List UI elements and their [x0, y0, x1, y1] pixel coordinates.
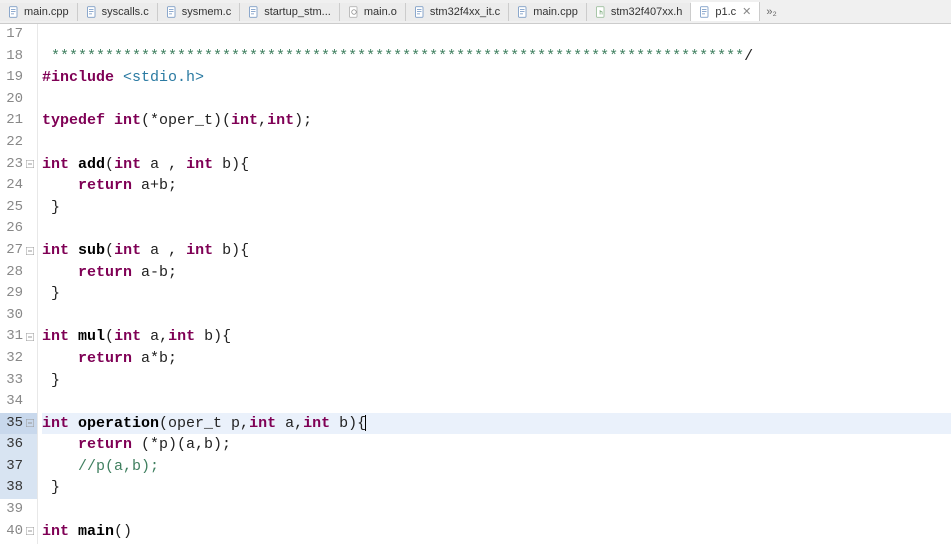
gutter-line: 32: [0, 348, 37, 370]
tab-main-o[interactable]: main.o: [340, 3, 406, 21]
file-icon: [414, 6, 426, 18]
fold-icon[interactable]: [25, 419, 35, 427]
gutter-line: 30: [0, 305, 37, 327]
svg-text:h: h: [599, 10, 602, 16]
code-line[interactable]: int mul(int a,int b){: [42, 326, 951, 348]
close-icon[interactable]: ✕: [742, 5, 751, 18]
code-line[interactable]: #include <stdio.h>: [42, 67, 951, 89]
gutter-line: 25: [0, 197, 37, 219]
tab-label: p1.c: [715, 6, 736, 18]
code-line[interactable]: }: [42, 370, 951, 392]
file-icon: [166, 6, 178, 18]
gutter-line: 18: [0, 46, 37, 68]
tab-label: startup_stm...: [264, 6, 331, 18]
code-line[interactable]: [42, 132, 951, 154]
code-area[interactable]: ****************************************…: [38, 24, 951, 544]
tab-label: main.o: [364, 6, 397, 18]
code-line[interactable]: return a*b;: [42, 348, 951, 370]
file-icon: [86, 6, 98, 18]
tab-syscalls-c[interactable]: syscalls.c: [78, 3, 158, 21]
gutter-line: 20: [0, 89, 37, 111]
code-line[interactable]: return a+b;: [42, 175, 951, 197]
gutter-line: 33: [0, 370, 37, 392]
tab-main-cpp[interactable]: main.cpp: [509, 3, 587, 21]
code-line[interactable]: return a-b;: [42, 262, 951, 284]
tab-label: main.cpp: [533, 6, 578, 18]
tab-stm32f4xx-it-c[interactable]: stm32f4xx_it.c: [406, 3, 509, 21]
code-line[interactable]: [42, 391, 951, 413]
tab-label: stm32f4xx_it.c: [430, 6, 500, 18]
gutter-line: 27: [0, 240, 37, 262]
text-cursor: [365, 415, 366, 431]
editor-tabbar: main.cpp syscalls.c sysmem.c startup_stm...…: [0, 0, 951, 24]
fold-icon[interactable]: [25, 247, 35, 255]
tab-startup-stm---[interactable]: startup_stm...: [240, 3, 340, 21]
gutter-line: 34: [0, 391, 37, 413]
code-editor[interactable]: 1718192021222324252627282930313233343536…: [0, 24, 951, 544]
tab-stm32f407xx-h[interactable]: h stm32f407xx.h: [587, 3, 692, 21]
gutter-line: 21: [0, 110, 37, 132]
tab-label: stm32f407xx.h: [611, 6, 683, 18]
fold-icon[interactable]: [25, 160, 35, 168]
tab-label: syscalls.c: [102, 6, 149, 18]
code-line[interactable]: [42, 89, 951, 111]
gutter-line: 37: [0, 456, 37, 478]
code-line[interactable]: int sub(int a , int b){: [42, 240, 951, 262]
code-line[interactable]: [42, 499, 951, 521]
file-icon: [8, 6, 20, 18]
tab-label: main.cpp: [24, 6, 69, 18]
gutter-line: 29: [0, 283, 37, 305]
code-line[interactable]: }: [42, 197, 951, 219]
gutter-line: 35: [0, 413, 37, 435]
gutter-line: 28: [0, 262, 37, 284]
code-line[interactable]: int main(): [42, 521, 951, 543]
code-line[interactable]: int add(int a , int b){: [42, 154, 951, 176]
file-icon: [517, 6, 529, 18]
code-line[interactable]: typedef int(*oper_t)(int,int);: [42, 110, 951, 132]
gutter-line: 36: [0, 434, 37, 456]
fold-icon[interactable]: [25, 527, 35, 535]
file-icon: [699, 6, 711, 18]
gutter-line: 23: [0, 154, 37, 176]
code-line[interactable]: int operation(oper_t p,int a,int b){: [42, 413, 951, 435]
tab-main-cpp[interactable]: main.cpp: [0, 3, 78, 21]
gutter-line: 38: [0, 477, 37, 499]
code-line[interactable]: [42, 218, 951, 240]
gutter-line: 22: [0, 132, 37, 154]
gutter-line: 31: [0, 326, 37, 348]
tab-p1-c[interactable]: p1.c ✕: [691, 2, 760, 21]
gutter-line: 24: [0, 175, 37, 197]
gutter-line: 39: [0, 499, 37, 521]
code-line[interactable]: //p(a,b);: [42, 456, 951, 478]
tab-label: sysmem.c: [182, 6, 232, 18]
tab-sysmem-c[interactable]: sysmem.c: [158, 3, 241, 21]
gutter-line: 26: [0, 218, 37, 240]
code-line[interactable]: [42, 24, 951, 46]
gutter-line: 19: [0, 67, 37, 89]
code-line[interactable]: return (*p)(a,b);: [42, 434, 951, 456]
line-gutter: 1718192021222324252627282930313233343536…: [0, 24, 38, 544]
fold-icon[interactable]: [25, 333, 35, 341]
code-line[interactable]: }: [42, 477, 951, 499]
code-line[interactable]: [42, 305, 951, 327]
file-icon: [248, 6, 260, 18]
code-line[interactable]: }: [42, 283, 951, 305]
file-icon: h: [595, 6, 607, 18]
tab-overflow-button[interactable]: »₂: [760, 3, 782, 21]
gutter-line: 40: [0, 521, 37, 543]
code-line[interactable]: ****************************************…: [42, 46, 951, 68]
file-icon: [348, 6, 360, 18]
gutter-line: 17: [0, 24, 37, 46]
